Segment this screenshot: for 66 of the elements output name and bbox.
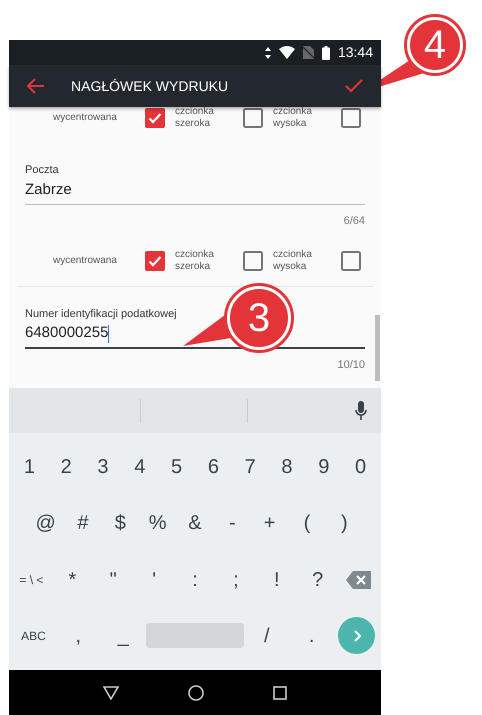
character-counter: 10/10 [337, 358, 365, 372]
callout-badge: 4 [404, 14, 466, 76]
keyboard-key[interactable]: ? [297, 554, 338, 605]
keyboard-key[interactable]: 7 [232, 442, 269, 492]
keyboard-key[interactable]: ( [288, 498, 326, 548]
checkbox[interactable] [145, 250, 165, 270]
keyboard-key[interactable]: # [64, 498, 102, 548]
keyboard-key[interactable]: 3 [84, 442, 122, 492]
keyboard-key[interactable]: * [52, 554, 93, 605]
text-cursor [108, 324, 110, 342]
keyboard-key[interactable]: $ [102, 498, 139, 548]
battery-icon [322, 46, 330, 60]
keyboard-key[interactable]: 9 [305, 442, 342, 492]
keyboard-key[interactable]: 1 [11, 442, 48, 492]
option-label: czcionka wysoka [273, 248, 313, 272]
checkmark-icon[interactable] [345, 79, 363, 93]
keyboard-key[interactable]: 8 [268, 442, 306, 492]
keyboard-key[interactable]: ; [215, 554, 256, 605]
option-label: czcionka szeroka [175, 248, 215, 272]
checkbox[interactable] [243, 250, 263, 270]
option-label: czcionka wysoka [273, 107, 313, 130]
screen-title: NAGŁÓWEK WYDRUKU [71, 76, 230, 96]
keyboard-key[interactable]: % [138, 498, 176, 548]
home-circle-icon[interactable] [188, 684, 204, 700]
keyboard-key[interactable]: / [244, 610, 290, 661]
keyboard-key[interactable]: : [174, 554, 216, 605]
scrollbar [375, 315, 380, 381]
option-label: wycentrowana [53, 112, 118, 124]
text-field[interactable]: Zabrze [25, 177, 365, 205]
checkbox[interactable] [145, 108, 165, 128]
field-label: Poczta [25, 163, 60, 177]
checkbox[interactable] [341, 250, 361, 270]
recents-square-icon[interactable] [272, 686, 287, 700]
microphone-icon[interactable] [355, 400, 367, 420]
keyboard-key[interactable]: + [250, 498, 288, 548]
character-counter: 6/64 [344, 214, 365, 229]
back-arrow-icon[interactable] [27, 78, 45, 94]
wifi-icon [278, 46, 295, 59]
keyboard-key[interactable]: 5 [158, 442, 195, 492]
keyboard-key[interactable]: @ [27, 498, 64, 548]
keyboard-key[interactable]: & [176, 498, 214, 548]
checkbox[interactable] [341, 108, 361, 128]
keyboard-key[interactable]: = \ < [11, 554, 52, 605]
keyboard-key[interactable]: ' [134, 554, 175, 605]
checkbox[interactable] [243, 108, 263, 128]
keyboard-key[interactable]: ! [256, 554, 298, 605]
keyboard-key[interactable]: ) [326, 498, 363, 548]
keyboard-key[interactable]: - [214, 498, 251, 548]
keyboard-key[interactable]: 0 [342, 442, 379, 492]
keyboard-key[interactable]: 4 [121, 442, 158, 492]
keyboard-key[interactable]: , [56, 610, 101, 661]
no-sim-icon [302, 46, 314, 59]
keyboard-key[interactable]: ABC [11, 610, 56, 661]
chevron-icon [352, 630, 362, 642]
keyboard-key[interactable]: . [289, 610, 334, 661]
data-arrows-icon [264, 46, 271, 58]
keyboard-key[interactable]: 6 [194, 442, 232, 492]
keyboard-key[interactable]: _ [100, 610, 146, 661]
option-label: wycentrowana [53, 254, 118, 266]
option-label: czcionka szeroka [175, 107, 215, 130]
keyboard-key[interactable]: 2 [48, 442, 85, 492]
keyboard-key[interactable]: " [92, 554, 134, 605]
clock: 13:44 [338, 43, 373, 62]
field-label: Numer identyfikacji podatkowej [25, 306, 178, 320]
back-triangle-icon[interactable] [103, 686, 120, 700]
backspace-icon[interactable] [346, 570, 372, 590]
